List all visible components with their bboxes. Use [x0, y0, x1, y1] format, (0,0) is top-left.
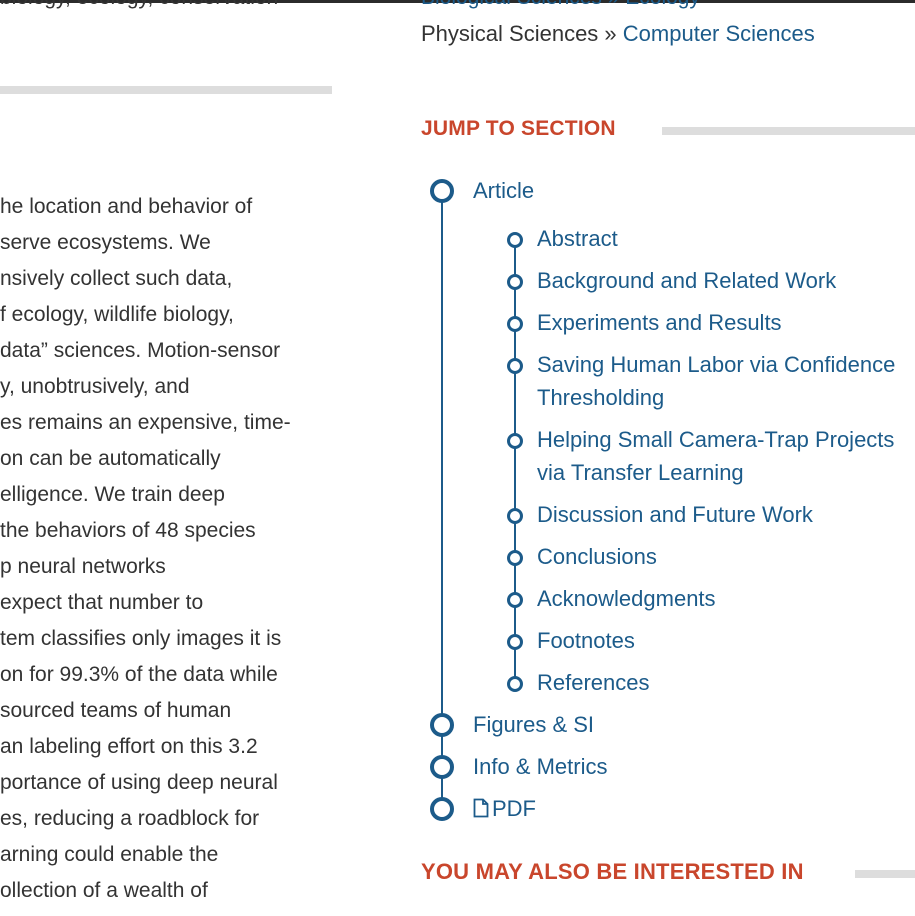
breadcrumb-separator: »: [598, 21, 623, 46]
subject-breadcrumb: Physical Sciences » Computer Sciences: [421, 21, 815, 47]
toc-item-abstract[interactable]: Abstract: [537, 222, 618, 255]
toc-item-discussion[interactable]: Discussion and Future Work: [537, 498, 813, 531]
heading-rule: [662, 127, 915, 135]
abstract-line: tem classifies only images it is: [0, 627, 282, 650]
toc-item-experiments[interactable]: Experiments and Results: [537, 306, 782, 339]
toc-sub-connector: [514, 239, 516, 683]
toc-node-icon: [507, 433, 523, 449]
toc-node-icon: [507, 634, 523, 650]
toc-item-pdf-label: PDF: [492, 796, 536, 821]
abstract-line: on can be automatically: [0, 447, 221, 470]
abstract-line: es remains an expensive, time-: [0, 411, 291, 434]
abstract-line: he location and behavior of: [0, 195, 253, 218]
heading-rule: [855, 870, 915, 878]
toc-item-acknowledgments[interactable]: Acknowledgments: [537, 582, 716, 615]
abstract-line: f ecology, wildlife biology,: [0, 303, 234, 326]
abstract-text: he location and behavior of serve ecosys…: [0, 189, 315, 909]
toc-node-icon: [507, 358, 523, 374]
toc-node-icon: [507, 508, 523, 524]
toc-node-icon: [507, 592, 523, 608]
abstract-line: sourced teams of human: [0, 699, 232, 722]
toc-item-conclusions[interactable]: Conclusions: [537, 540, 657, 573]
subject-link-computer-sciences[interactable]: Computer Sciences: [623, 21, 815, 46]
toc-node-icon: [430, 713, 454, 737]
also-interested-heading: YOU MAY ALSO BE INTERESTED IN: [421, 859, 804, 884]
keywords-line: biology, ecology, conservation: [0, 0, 278, 10]
abstract-line: y, unobtrusively, and: [0, 375, 190, 398]
abstract-line: portance of using deep neural: [0, 771, 278, 794]
abstract-line: elligence. We train deep: [0, 483, 225, 506]
toc-item-footnotes[interactable]: Footnotes: [537, 624, 635, 657]
abstract-line: data” sciences. Motion-sensor: [0, 339, 281, 362]
document-icon: [473, 794, 489, 827]
toc-node-icon: [430, 755, 454, 779]
toc-node-icon: [507, 550, 523, 566]
abstract-line: nsively collect such data,: [0, 267, 233, 290]
toc-node-icon: [507, 316, 523, 332]
abstract-line: an labeling effort on this 3.2: [0, 735, 258, 758]
abstract-line: the behaviors of 48 species: [0, 519, 256, 542]
toc-item-info-metrics[interactable]: Info & Metrics: [473, 750, 607, 783]
abstract-line: es, reducing a roadblock for: [0, 807, 260, 830]
jump-to-section-heading: JUMP TO SECTION: [421, 117, 616, 140]
section-divider: [0, 86, 332, 94]
toc-item-references[interactable]: References: [537, 666, 650, 699]
toc-item-article[interactable]: Article: [473, 174, 534, 207]
abstract-line: on for 99.3% of the data while: [0, 663, 278, 686]
abstract-line: expect that number to: [0, 591, 204, 614]
toc-item-figures-si[interactable]: Figures & SI: [473, 708, 594, 741]
abstract-line: ollection of a wealth of: [0, 879, 208, 902]
toc-item-saving-labor[interactable]: Saving Human Labor via Confidence Thresh…: [537, 348, 915, 414]
toc-node-icon: [507, 676, 523, 692]
toc-node-icon: [430, 797, 454, 821]
toc-item-transfer-learning[interactable]: Helping Small Camera-Trap Projects via T…: [537, 423, 915, 489]
abstract-line: p neural networks: [0, 555, 166, 578]
abstract-line: arning could enable the: [0, 843, 219, 866]
abstract-line: serve ecosystems. We: [0, 231, 211, 254]
subject-link-ecology[interactable]: Biological Sciences » Ecology: [421, 0, 700, 10]
toc-item-background[interactable]: Background and Related Work: [537, 264, 836, 297]
toc-node-icon: [507, 274, 523, 290]
subject-category: Physical Sciences: [421, 21, 599, 46]
toc-node-icon: [430, 179, 454, 203]
toc-item-pdf[interactable]: PDF: [473, 792, 536, 827]
toc-node-icon: [507, 232, 523, 248]
